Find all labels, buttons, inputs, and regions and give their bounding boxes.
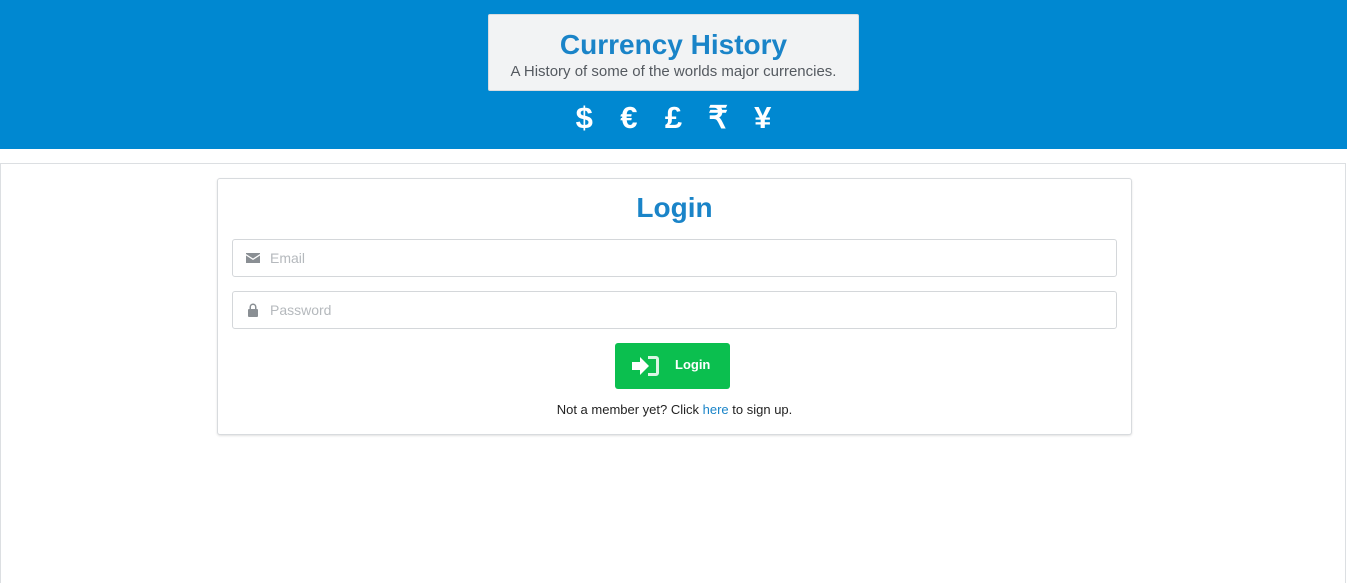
signup-prefix: Not a member yet? Click: [556, 402, 703, 417]
login-button[interactable]: Login: [615, 343, 730, 389]
rupee-symbol: ₹: [708, 100, 728, 135]
signup-suffix: to sign up.: [728, 402, 793, 417]
login-card: Login Login Not a member yet? Click here…: [217, 178, 1132, 435]
login-button-label: Login: [675, 357, 711, 372]
lock-icon: [248, 303, 258, 317]
login-heading: Login: [636, 192, 713, 223]
email-field[interactable]: [232, 239, 1117, 277]
email-input[interactable]: [270, 240, 1100, 276]
title-box: Currency History A History of some of th…: [488, 14, 859, 91]
signup-prompt: Not a member yet? Click here to sign up.: [218, 402, 1131, 417]
signup-link[interactable]: here: [703, 402, 729, 417]
euro-symbol: €: [620, 100, 638, 135]
pound-symbol: £: [664, 100, 683, 135]
password-input[interactable]: [270, 292, 1100, 328]
site-subtitle: A History of some of the worlds major cu…: [510, 63, 837, 80]
site-title: Currency History: [559, 29, 788, 60]
currency-symbols: $ € £ ₹ ¥: [0, 100, 1347, 136]
header-banner: Currency History A History of some of th…: [0, 0, 1347, 149]
password-field[interactable]: [232, 291, 1117, 329]
yen-symbol: ¥: [754, 100, 772, 135]
dollar-symbol: $: [575, 100, 593, 135]
envelope-icon: [246, 253, 260, 263]
sign-in-icon: [632, 356, 659, 376]
